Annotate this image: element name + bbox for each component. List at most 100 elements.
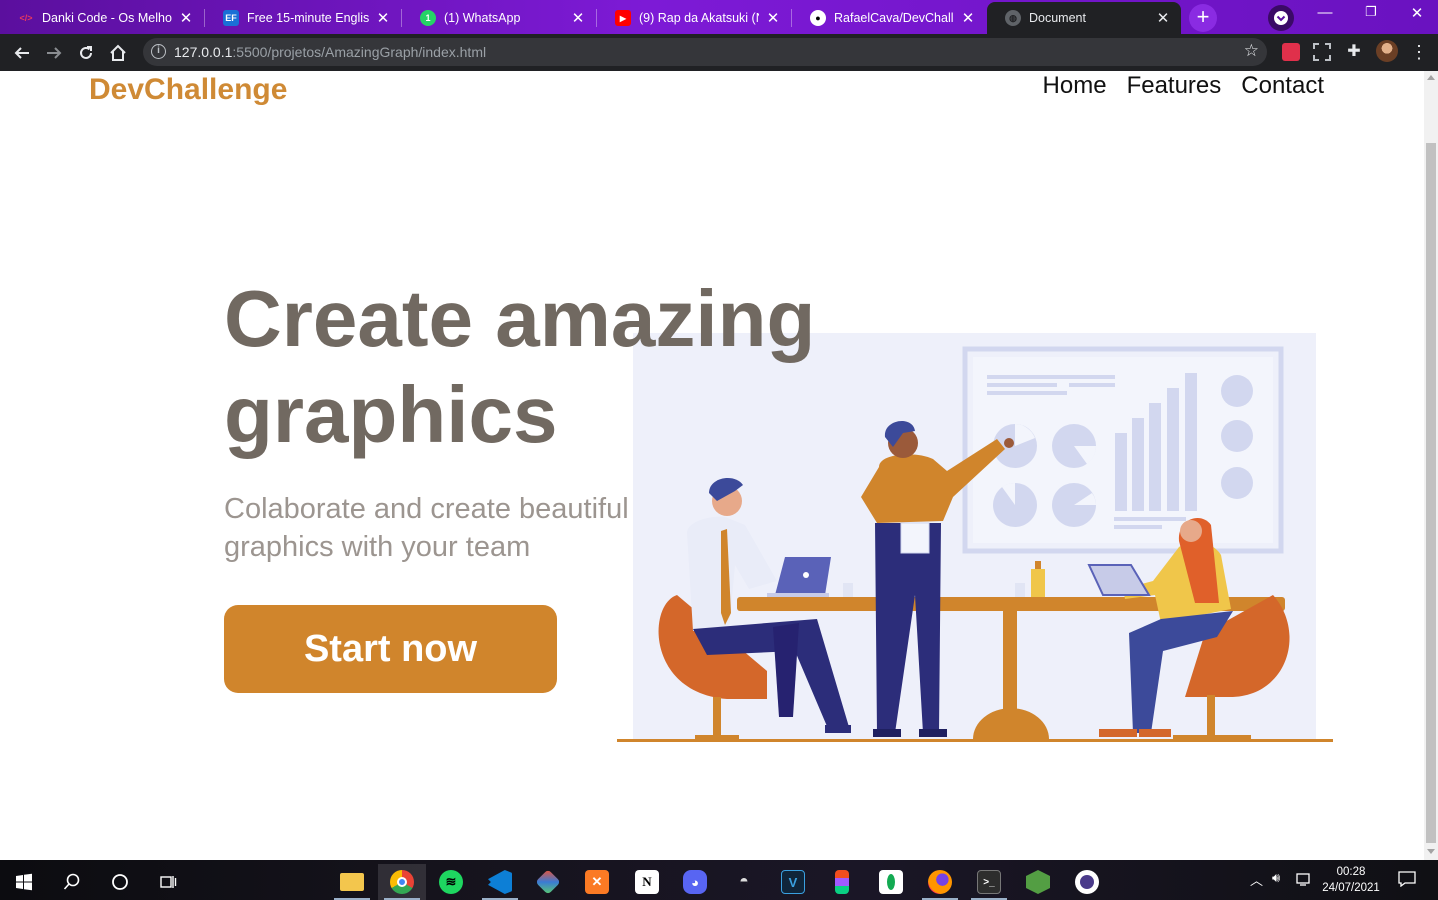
vscode-icon	[488, 870, 512, 894]
url-path: :5500/projetos/AmazingGraph/index.html	[232, 44, 487, 60]
scrollbar-thumb[interactable]	[1426, 143, 1436, 843]
cortana-button[interactable]	[96, 864, 144, 900]
volume-icon[interactable]: 🔊︎	[1272, 870, 1280, 886]
tab-title: (1) WhatsApp	[444, 11, 521, 25]
taskbar-figma[interactable]	[818, 864, 866, 900]
taskbar-xampp[interactable]: ✕	[573, 864, 621, 900]
tray-chevron-up-icon[interactable]: ︿	[1250, 870, 1263, 889]
chevron-down-icon	[1274, 11, 1288, 25]
close-icon[interactable]: ✕	[765, 9, 781, 27]
nav-link-contact[interactable]: Contact	[1241, 72, 1324, 100]
windows-taskbar: ≋ ✕ N ◕ ◓ V >_ ︿ 🔊︎ 00:28 24/07/2021	[0, 860, 1438, 900]
git-icon	[535, 869, 561, 895]
youtube-icon: ▶	[615, 10, 631, 26]
reload-icon	[80, 46, 92, 59]
scroll-down-arrow-icon[interactable]	[1427, 849, 1435, 854]
tab-document[interactable]: ◍ Document ✕	[987, 2, 1181, 34]
task-view-button[interactable]	[144, 864, 192, 900]
restore-button[interactable]: ❐	[1348, 4, 1394, 20]
figma-icon	[835, 870, 849, 894]
page-viewport: DevChallenge Home Features Contact Creat…	[0, 71, 1424, 860]
browser-tab-strip: </> Danki Code - Os Melhores ✕ EF Free 1…	[0, 0, 1438, 34]
cortana-circle-icon	[112, 874, 128, 890]
menu-kebab-icon[interactable]: ⋮	[1410, 43, 1428, 61]
taskbar-nodejs[interactable]	[1014, 864, 1062, 900]
nav-link-features[interactable]: Features	[1127, 72, 1222, 100]
tab-title: Danki Code - Os Melhores	[42, 11, 172, 25]
close-icon[interactable]: ✕	[1155, 9, 1171, 27]
start-now-button[interactable]: Start now	[224, 605, 557, 693]
mongodb-icon	[879, 870, 903, 894]
taskbar-git[interactable]	[524, 864, 572, 900]
network-icon[interactable]	[1296, 872, 1312, 889]
tab-youtube[interactable]: ▶ (9) Rap da Akatsuki (Naru ✕	[597, 2, 791, 34]
forward-button[interactable]	[41, 40, 67, 66]
taskbar-chrome[interactable]	[378, 864, 426, 900]
tab-ef-english[interactable]: EF Free 15-minute English te ✕	[205, 2, 401, 34]
screen-capture-icon[interactable]	[1313, 43, 1331, 61]
tab-whatsapp[interactable]: 1 (1) WhatsApp ✕	[402, 2, 596, 34]
extension-red-icon[interactable]	[1282, 43, 1300, 61]
page-scrollbar[interactable]	[1424, 71, 1438, 860]
hero-title: Create amazing graphics	[224, 274, 816, 459]
close-icon[interactable]: ✕	[178, 9, 194, 27]
url-text: 127.0.0.1:5500/projetos/AmazingGraph/ind…	[174, 44, 486, 60]
taskbar-obs[interactable]	[1063, 864, 1111, 900]
main-nav: Home Features Contact	[1043, 72, 1324, 100]
search-icon	[63, 873, 80, 890]
bookmark-star-icon[interactable]: ☆	[1244, 41, 1259, 61]
close-icon[interactable]: ✕	[375, 9, 391, 27]
windows-logo-icon	[16, 873, 32, 891]
info-icon[interactable]: i	[151, 44, 166, 59]
minimize-button[interactable]: —	[1302, 4, 1348, 21]
search-button[interactable]	[48, 864, 96, 900]
taskbar-discord[interactable]: ◕	[671, 864, 719, 900]
close-icon[interactable]: ✕	[570, 9, 586, 27]
tab-title: RafaelCava/DevChallenge	[834, 11, 954, 25]
tab-title: Document	[1029, 11, 1086, 25]
avatar[interactable]	[1376, 40, 1398, 62]
globe-icon: ◍	[1005, 10, 1021, 26]
home-button[interactable]	[105, 40, 131, 66]
address-bar[interactable]: i 127.0.0.1:5500/projetos/AmazingGraph/i…	[143, 38, 1267, 66]
home-icon	[110, 44, 126, 61]
site-logo[interactable]: DevChallenge	[89, 73, 287, 107]
reload-button[interactable]	[73, 40, 99, 66]
taskbar-notion[interactable]: N	[623, 864, 671, 900]
nav-link-home[interactable]: Home	[1043, 72, 1107, 100]
window-close-button[interactable]: ✕	[1394, 4, 1438, 22]
file-explorer-icon	[340, 873, 364, 891]
tab-title: Free 15-minute English te	[247, 11, 369, 25]
scroll-up-arrow-icon[interactable]	[1427, 75, 1435, 80]
back-button[interactable]	[9, 40, 35, 66]
start-button[interactable]	[0, 864, 48, 900]
github-icon: ●	[810, 10, 826, 26]
close-icon[interactable]: ✕	[960, 9, 976, 27]
system-clock[interactable]: 00:28 24/07/2021	[1316, 864, 1386, 896]
tab-danki-code[interactable]: </> Danki Code - Os Melhores ✕	[0, 2, 204, 34]
taskbar-mongodb[interactable]	[867, 864, 915, 900]
hero-subtitle: Colaborate and create beautiful graphics…	[224, 493, 629, 563]
taskbar-file-explorer[interactable]	[328, 864, 376, 900]
notion-icon: N	[635, 870, 659, 894]
tab-github[interactable]: ● RafaelCava/DevChallenge ✕	[792, 2, 986, 34]
tab-search-dropdown-button[interactable]	[1268, 5, 1294, 31]
xampp-icon: ✕	[585, 870, 609, 894]
firefox-icon	[928, 870, 952, 894]
taskbar-terminal[interactable]: >_	[965, 864, 1013, 900]
taskbar-v-app[interactable]: V	[769, 864, 817, 900]
taskbar-mask-app[interactable]: ◓	[720, 864, 768, 900]
taskbar-firefox[interactable]	[916, 864, 964, 900]
chrome-icon	[390, 870, 414, 894]
taskbar-vscode[interactable]	[476, 864, 524, 900]
obs-icon	[1075, 870, 1099, 894]
arrow-right-icon	[47, 47, 62, 59]
extensions-puzzle-icon[interactable]: ✚	[1345, 43, 1363, 61]
code-icon: </>	[19, 13, 33, 23]
new-tab-button[interactable]: +	[1189, 4, 1217, 32]
taskbar-spotify[interactable]: ≋	[427, 864, 475, 900]
nodejs-icon	[1026, 870, 1050, 894]
clock-time: 00:28	[1336, 866, 1366, 878]
discord-icon: ◕	[683, 870, 707, 894]
notification-center-icon[interactable]	[1398, 871, 1416, 890]
